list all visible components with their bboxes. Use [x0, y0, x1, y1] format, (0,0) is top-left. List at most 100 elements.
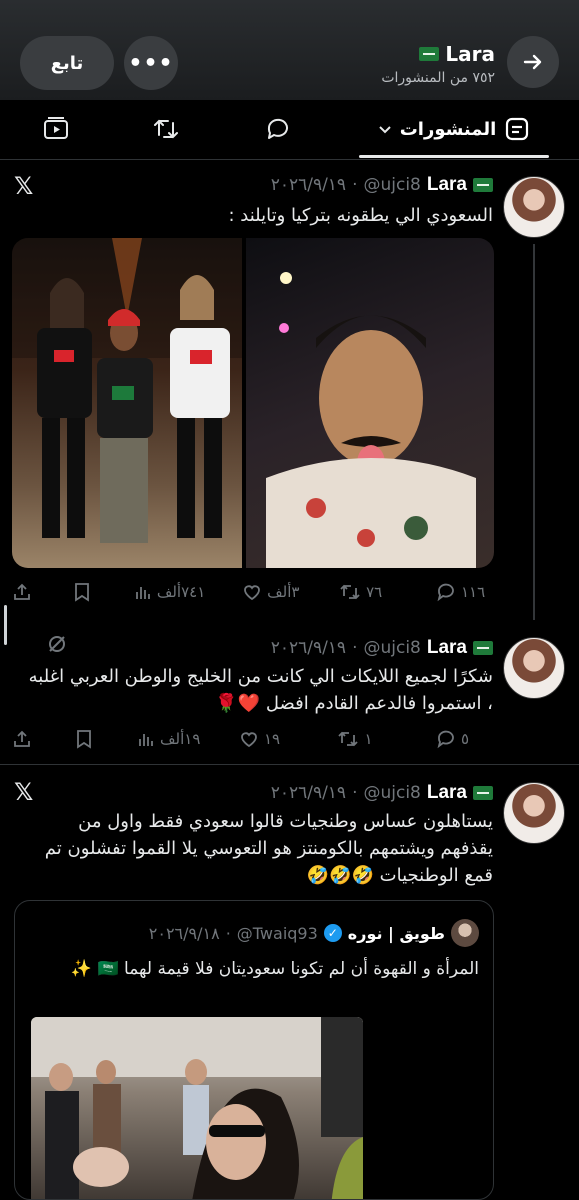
- active-tab-indicator: [359, 155, 549, 158]
- tweet-meta: ٢٠٢٦/٩/١٩ · @ujci8 Lara: [271, 780, 493, 806]
- tab-media[interactable]: [36, 114, 76, 144]
- chevron-down-icon: [378, 126, 391, 134]
- views-count: ٧٤١ألف: [156, 583, 206, 601]
- saudi-flag-icon: [473, 786, 493, 800]
- share-icon: [14, 583, 30, 600]
- follow-label: تابع: [50, 52, 84, 74]
- quote-text: المرأة و القهوة أن لم تكونا سعوديتان فلا…: [70, 959, 479, 979]
- tab-posts-label: المنشورات: [399, 118, 497, 140]
- tweet-actions: ٧٤١ألف ٣ألف ٧٦ ١١٦: [12, 578, 496, 606]
- repost-icon: [338, 731, 359, 747]
- more-label: •••: [128, 50, 174, 76]
- likes-count: ١٩: [263, 730, 281, 748]
- more-options-button[interactable]: •••: [124, 36, 178, 90]
- tweet-handle: @ujci8: [363, 783, 421, 803]
- saudi-flag-icon: [473, 641, 493, 655]
- group-photo-illustration: [12, 238, 242, 543]
- selfie-photo-illustration: [266, 272, 476, 568]
- reply-icon: [437, 730, 454, 749]
- repost-button[interactable]: ٧٦: [339, 583, 399, 601]
- profile-header: Lara ٧٥٢ من المنشورات ••• تابع: [0, 0, 579, 100]
- quote-meta: ٢٠٢٦/٩/١٨ · @Twaiq93 ✓ طويق | نوره: [149, 919, 479, 947]
- tab-replies[interactable]: [258, 114, 298, 144]
- verified-badge-icon: ✓: [323, 924, 342, 942]
- quote-avatar: [451, 919, 479, 947]
- muted-icon: [46, 633, 68, 661]
- tweet-meta: ٢٠٢٦/٩/١٩ · @ujci8 Lara: [271, 172, 493, 198]
- bookmark-icon: [76, 730, 91, 749]
- tab-posts[interactable]: المنشورات: [359, 114, 549, 144]
- views-count: ١٩ألف: [160, 730, 201, 748]
- tab-reposts[interactable]: [146, 114, 186, 144]
- views-icon: [139, 734, 153, 746]
- back-button[interactable]: [507, 36, 559, 88]
- profile-name: Lara: [445, 42, 495, 66]
- like-button[interactable]: ٣ألف: [242, 583, 302, 601]
- share-button[interactable]: [12, 582, 36, 602]
- quote-photo-illustration: [31, 1017, 363, 1199]
- x-logo-icon: 𝕏: [14, 778, 34, 806]
- heart-icon: [241, 732, 257, 748]
- tweet-handle: @ujci8: [363, 175, 421, 195]
- tweet-media[interactable]: [12, 238, 494, 568]
- tweet-text: شكرًا لجميع اللايكات الي كانت من الخليج …: [28, 666, 493, 714]
- tweet-date: ٢٠٢٦/٩/١٩: [270, 638, 347, 658]
- tweet-author[interactable]: Lara: [427, 637, 467, 659]
- like-button[interactable]: ١٩: [239, 730, 299, 748]
- speech-bubble-icon: [267, 118, 288, 139]
- quoted-tweet[interactable]: ٢٠٢٦/٩/١٨ · @Twaiq93 ✓ طويق | نوره المرأ…: [14, 900, 494, 1200]
- bookmark-button[interactable]: [73, 582, 97, 602]
- share-icon: [14, 730, 30, 747]
- arrow-right-icon: [523, 54, 542, 70]
- views-icon: [135, 587, 150, 599]
- tweet[interactable]: ٢٠٢٦/٩/١٩ · @ujci8 Lara 𝕏 يستاهلون عساس …: [0, 766, 579, 1200]
- quote-handle: @Twaiq93: [236, 923, 318, 943]
- tweet-date: ٢٠٢٦/٩/١٩: [270, 783, 347, 803]
- tweet-actions: ١٩ألف ١٩ ١ ٥: [12, 725, 496, 753]
- repost-button[interactable]: ١: [337, 730, 397, 748]
- reposts-count: ٧٦: [366, 583, 383, 601]
- tweet-date: ٢٠٢٦/٩/١٩: [270, 175, 347, 195]
- thread-line: [533, 244, 535, 620]
- tweet-text: يستاهلون عساس وطنجيات قالوا سعودي فقط وا…: [44, 811, 493, 886]
- tweet-text: السعودي الي يطقونه بتركيا وتايلند :: [228, 205, 493, 226]
- quote-author: طويق | نوره: [347, 923, 445, 943]
- repost-icon: [154, 119, 178, 139]
- share-button[interactable]: [12, 729, 36, 749]
- tweet-meta: ٢٠٢٦/٩/١٩ · @ujci8 Lara: [271, 635, 493, 661]
- quote-media[interactable]: [31, 1017, 363, 1199]
- tweet[interactable]: ٢٠٢٦/٩/١٩ · @ujci8 Lara 𝕏 السعودي الي يط…: [0, 160, 579, 625]
- video-icon: [44, 117, 68, 139]
- reposts-count: ١: [364, 730, 373, 748]
- follow-button[interactable]: تابع: [20, 36, 114, 90]
- reply-icon: [437, 583, 454, 602]
- repost-icon: [340, 584, 360, 600]
- views-stat[interactable]: ٧٤١ألف: [134, 583, 205, 601]
- profile-tabs: المنشورات: [0, 100, 579, 160]
- posts-list-icon: [506, 117, 529, 141]
- replies-count: ١١٦: [460, 583, 486, 601]
- tweet-author[interactable]: Lara: [427, 174, 467, 196]
- saudi-flag-icon: [473, 178, 493, 192]
- posts-count: ٧٥٢ من المنشورات: [381, 70, 495, 86]
- avatar[interactable]: [503, 176, 565, 238]
- saudi-flag-icon: [419, 47, 440, 61]
- quote-date: ٢٠٢٦/٩/١٨: [148, 923, 220, 943]
- photo-group[interactable]: [12, 238, 242, 568]
- likes-count: ٣ألف: [267, 583, 300, 601]
- views-stat[interactable]: ١٩ألف: [137, 730, 200, 748]
- tweet-handle: @ujci8: [363, 638, 421, 658]
- profile-title: Lara ٧٥٢ من المنشورات: [381, 42, 495, 86]
- bookmark-button[interactable]: [75, 729, 99, 749]
- avatar[interactable]: [503, 782, 565, 844]
- tweet[interactable]: ٢٠٢٦/٩/١٩ · @ujci8 Lara شكرًا لجميع اللا…: [0, 625, 579, 765]
- reply-button[interactable]: ٥: [436, 729, 496, 749]
- heart-icon: [244, 585, 261, 601]
- replies-count: ٥: [460, 730, 470, 748]
- x-logo-icon: 𝕏: [14, 172, 34, 200]
- bookmark-icon: [75, 583, 89, 602]
- avatar[interactable]: [503, 637, 565, 699]
- reply-button[interactable]: ١١٦: [436, 582, 496, 602]
- tweet-author[interactable]: Lara: [427, 782, 467, 804]
- photo-selfie[interactable]: [246, 238, 494, 568]
